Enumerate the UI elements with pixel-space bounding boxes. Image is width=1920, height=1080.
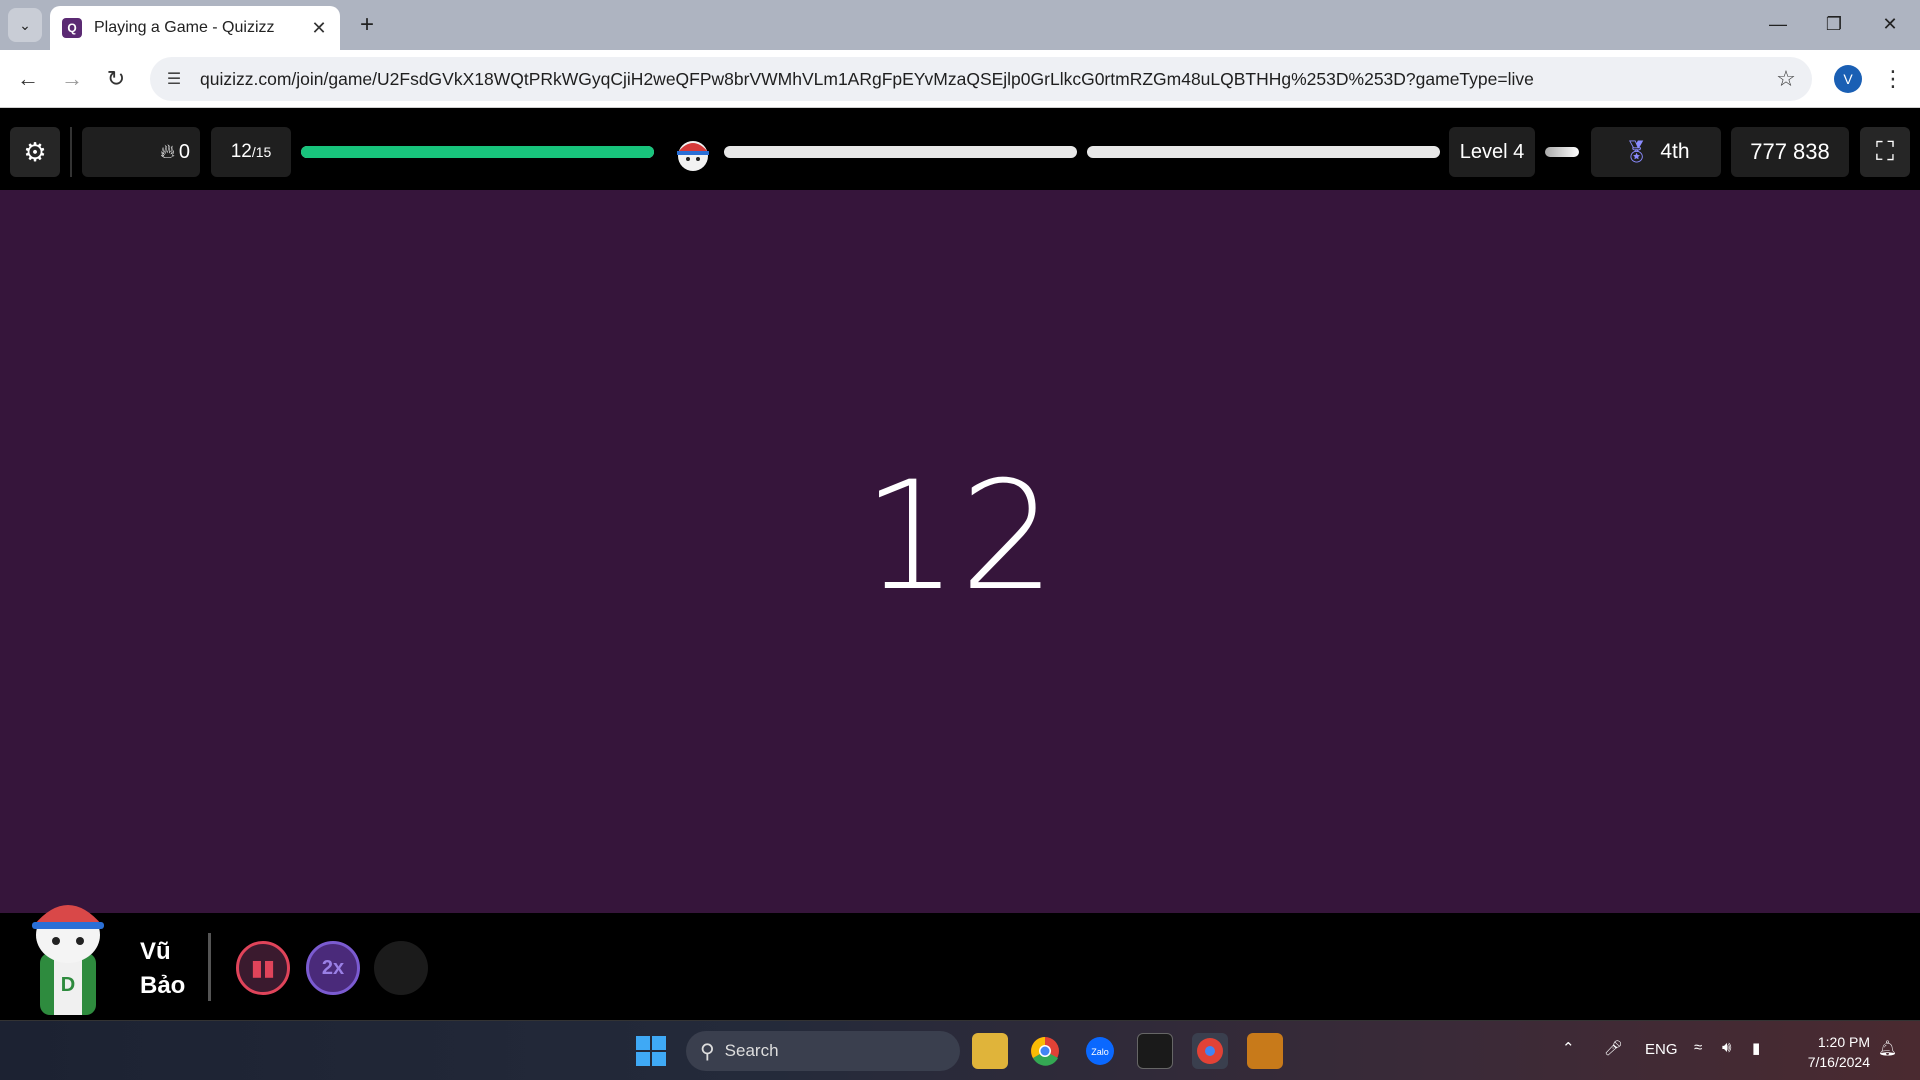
address-bar[interactable]: ☰ quizizz.com/join/game/U2FsdGVkX18WQtPR…	[150, 57, 1812, 101]
url-text[interactable]: quizizz.com/join/game/U2FsdGVkX18WQtPRkW…	[200, 69, 1766, 90]
powerup-streak-saver-icon[interactable]: ▮▮	[236, 941, 290, 995]
browser-toolbar: ← → ↻ ☰ quizizz.com/join/game/U2FsdGVkX1…	[0, 50, 1920, 108]
rank-value: 4th	[1660, 140, 1690, 163]
header-divider	[70, 127, 72, 177]
chrome-profile-icon[interactable]	[1192, 1033, 1228, 1069]
rank-badge: 🏅︎ 4th	[1591, 127, 1721, 177]
svg-text:D: D	[61, 974, 75, 996]
question-current: 12	[230, 141, 252, 162]
question-total: /15	[251, 144, 272, 160]
browser-menu-icon[interactable]: ⋮	[1878, 62, 1908, 96]
quizizz-favicon-icon: Q	[62, 18, 82, 38]
player-last-name: Bảo	[140, 972, 186, 999]
taskbar-clock[interactable]: 1:20 PM 7/16/2024	[1790, 1032, 1870, 1072]
progress-segment-1	[301, 146, 654, 158]
score-display: 777 838	[1731, 127, 1849, 177]
browser-tabstrip: ⌄ Q Playing a Game - Quizizz ✕ + — ❐ ✕	[0, 0, 1920, 50]
player-avatar: D	[32, 905, 104, 1015]
windows-start-icon[interactable]	[636, 1036, 666, 1066]
terminal-icon[interactable]	[1137, 1033, 1173, 1069]
tab-title: Playing a Game - Quizizz	[94, 19, 275, 36]
progress-segment-2	[724, 146, 1077, 158]
clock-date: 7/16/2024	[1807, 1054, 1870, 1070]
progress-segment-3	[1087, 146, 1440, 158]
close-window-button[interactable]: ✕	[1862, 6, 1918, 42]
back-arrow-icon[interactable]: ←	[10, 61, 46, 97]
player-first-name: Vũ	[140, 938, 171, 965]
bookmark-star-icon[interactable]: ☆	[1766, 66, 1806, 92]
game-header: ⚙ 🔥︎ 0 12/15 Level 4 🏅︎ 4th 777 838 ⛶	[0, 108, 1920, 190]
wifi-icon[interactable]: ≈	[1694, 1039, 1702, 1056]
svg-text:Zalo: Zalo	[1091, 1047, 1109, 1057]
tab-search-button[interactable]: ⌄	[8, 8, 42, 42]
fullscreen-icon[interactable]: ⛶	[1860, 127, 1910, 177]
battery-icon[interactable]: ▮	[1752, 1039, 1760, 1057]
powerup-2x-icon[interactable]: 2x	[306, 941, 360, 995]
windows-taskbar: ⚲ Search Zalo ⌃ 🎤︎ ENG ≈ 🔊︎ ▮ 1:20 PM 7/…	[0, 1020, 1920, 1080]
powerup-empty-slot	[374, 941, 428, 995]
taskbar-search[interactable]: ⚲ Search	[686, 1031, 960, 1071]
chevron-down-icon: ⌄	[19, 16, 31, 33]
browser-tab-active[interactable]: Q Playing a Game - Quizizz ✕	[50, 6, 340, 50]
zalo-icon[interactable]: Zalo	[1082, 1033, 1118, 1069]
minimize-button[interactable]: —	[1750, 6, 1806, 42]
forward-arrow-icon[interactable]: →	[54, 61, 90, 97]
medal-icon: 🏅︎	[1622, 139, 1651, 164]
streak-value: 0	[178, 140, 190, 163]
question-counter: 12/15	[211, 127, 291, 177]
reload-icon[interactable]: ↻	[98, 61, 134, 97]
game-app-icon[interactable]	[1247, 1033, 1283, 1069]
player-bar: D Vũ Bảo ▮▮ 2x	[0, 905, 1920, 1020]
microphone-icon[interactable]: 🎤︎	[1604, 1039, 1623, 1057]
show-hidden-icons-chevron-icon[interactable]: ⌃	[1562, 1039, 1575, 1057]
new-tab-button[interactable]: +	[352, 10, 382, 40]
settings-gear-icon[interactable]: ⚙	[10, 127, 60, 177]
player-progress-avatar	[677, 141, 709, 171]
site-info-icon[interactable]: ☰	[154, 59, 194, 99]
clock-time: 1:20 PM	[1817, 1034, 1870, 1050]
search-icon: ⚲	[700, 1040, 715, 1063]
search-label: Search	[724, 1041, 779, 1060]
tab-close-icon[interactable]: ✕	[306, 15, 332, 41]
game-stage: 12	[0, 190, 1920, 913]
flame-icon: 🔥︎	[160, 140, 175, 163]
profile-avatar[interactable]: V	[1834, 65, 1862, 93]
chrome-icon[interactable]	[1027, 1033, 1063, 1069]
volume-icon[interactable]: 🔊︎	[1722, 1039, 1731, 1056]
level-badge: Level 4	[1449, 127, 1535, 177]
streak-counter: 🔥︎ 0	[82, 127, 200, 177]
countdown-number: 12	[862, 450, 1058, 624]
language-indicator[interactable]: ENG	[1645, 1041, 1678, 1058]
file-explorer-icon[interactable]	[972, 1033, 1008, 1069]
player-bar-divider	[208, 933, 211, 1001]
level-progress-bar	[1545, 147, 1579, 157]
notification-bell-icon[interactable]: 🔔︎	[1878, 1039, 1897, 1057]
restore-button[interactable]: ❐	[1806, 6, 1862, 42]
player-name: Vũ Bảo	[140, 935, 200, 1003]
progress-fill	[301, 146, 654, 158]
